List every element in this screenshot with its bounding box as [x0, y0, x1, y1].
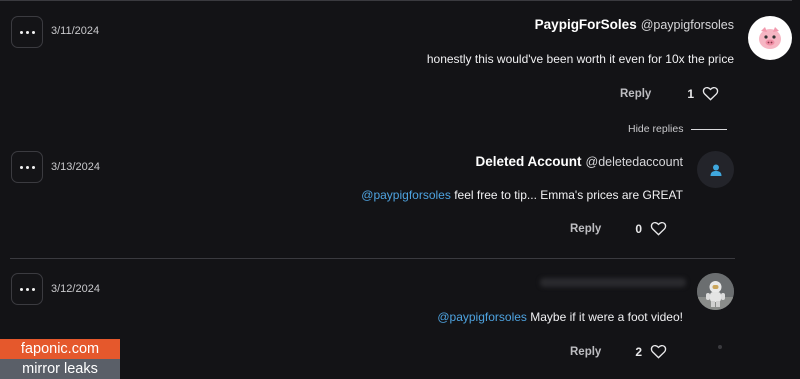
like-count: 2: [635, 344, 643, 359]
avatar[interactable]: [697, 273, 734, 310]
mention-link[interactable]: @paypigforsoles: [361, 188, 451, 202]
like-count: 0: [635, 221, 643, 236]
watermark-site: faponic.com: [0, 339, 120, 359]
comment-actions: Reply 1: [620, 86, 719, 101]
comment-date: 3/12/2024: [51, 283, 100, 295]
more-options-button[interactable]: [11, 16, 43, 48]
comment-date: 3/11/2024: [51, 25, 100, 37]
comment-text: @paypigforsoles feel free to tip... Emma…: [361, 188, 683, 202]
indicator-dot: [718, 345, 722, 349]
comment-text: honestly this would've been worth it eve…: [426, 52, 734, 66]
reply-button[interactable]: Reply: [570, 223, 601, 235]
comment-author-line: PaypigForSoles @paypigforsoles: [535, 17, 734, 32]
pig-avatar-icon: [759, 27, 781, 49]
like-count: 1: [687, 86, 695, 101]
comment-author[interactable]: Deleted Account: [475, 154, 581, 169]
comment-author-line: Deleted Account @deletedaccount: [475, 154, 683, 169]
comment-actions: Reply 2: [570, 344, 667, 359]
comment-author[interactable]: PaypigForSoles: [535, 17, 637, 32]
comment-text: @paypigforsoles Maybe if it were a foot …: [437, 310, 683, 324]
ellipsis-icon: [19, 30, 23, 34]
comment-handle[interactable]: @deletedaccount: [586, 155, 683, 169]
comment-date: 3/13/2024: [51, 161, 100, 173]
mention-link[interactable]: @paypigforsoles: [437, 310, 527, 324]
hide-replies-label: Hide replies: [628, 123, 684, 135]
comment-actions: Reply 0: [570, 221, 667, 236]
avatar[interactable]: [748, 16, 792, 60]
heart-icon[interactable]: [702, 86, 719, 101]
watermark-tagline: mirror leaks: [0, 359, 120, 379]
comment-divider: [10, 258, 735, 259]
reply-button[interactable]: Reply: [620, 88, 651, 100]
top-divider: [0, 0, 792, 1]
user-icon: [710, 164, 721, 176]
hide-replies-line: [691, 128, 728, 130]
comment-handle[interactable]: @paypigforsoles: [641, 18, 734, 32]
avatar[interactable]: [697, 151, 734, 188]
astronaut-avatar-icon: [697, 273, 734, 310]
heart-icon[interactable]: [650, 221, 667, 236]
ellipsis-icon: [19, 165, 23, 169]
more-options-button[interactable]: [11, 151, 43, 183]
ellipsis-icon: [19, 287, 23, 291]
more-options-button[interactable]: [11, 273, 43, 305]
heart-icon[interactable]: [650, 344, 667, 359]
comment-author: [540, 278, 686, 287]
reply-button[interactable]: Reply: [570, 346, 601, 358]
comment-body: feel free to tip... Emma's prices are GR…: [454, 188, 683, 202]
comment-body: Maybe if it were a foot video!: [530, 310, 683, 324]
hide-replies-toggle[interactable]: Hide replies: [628, 123, 728, 135]
